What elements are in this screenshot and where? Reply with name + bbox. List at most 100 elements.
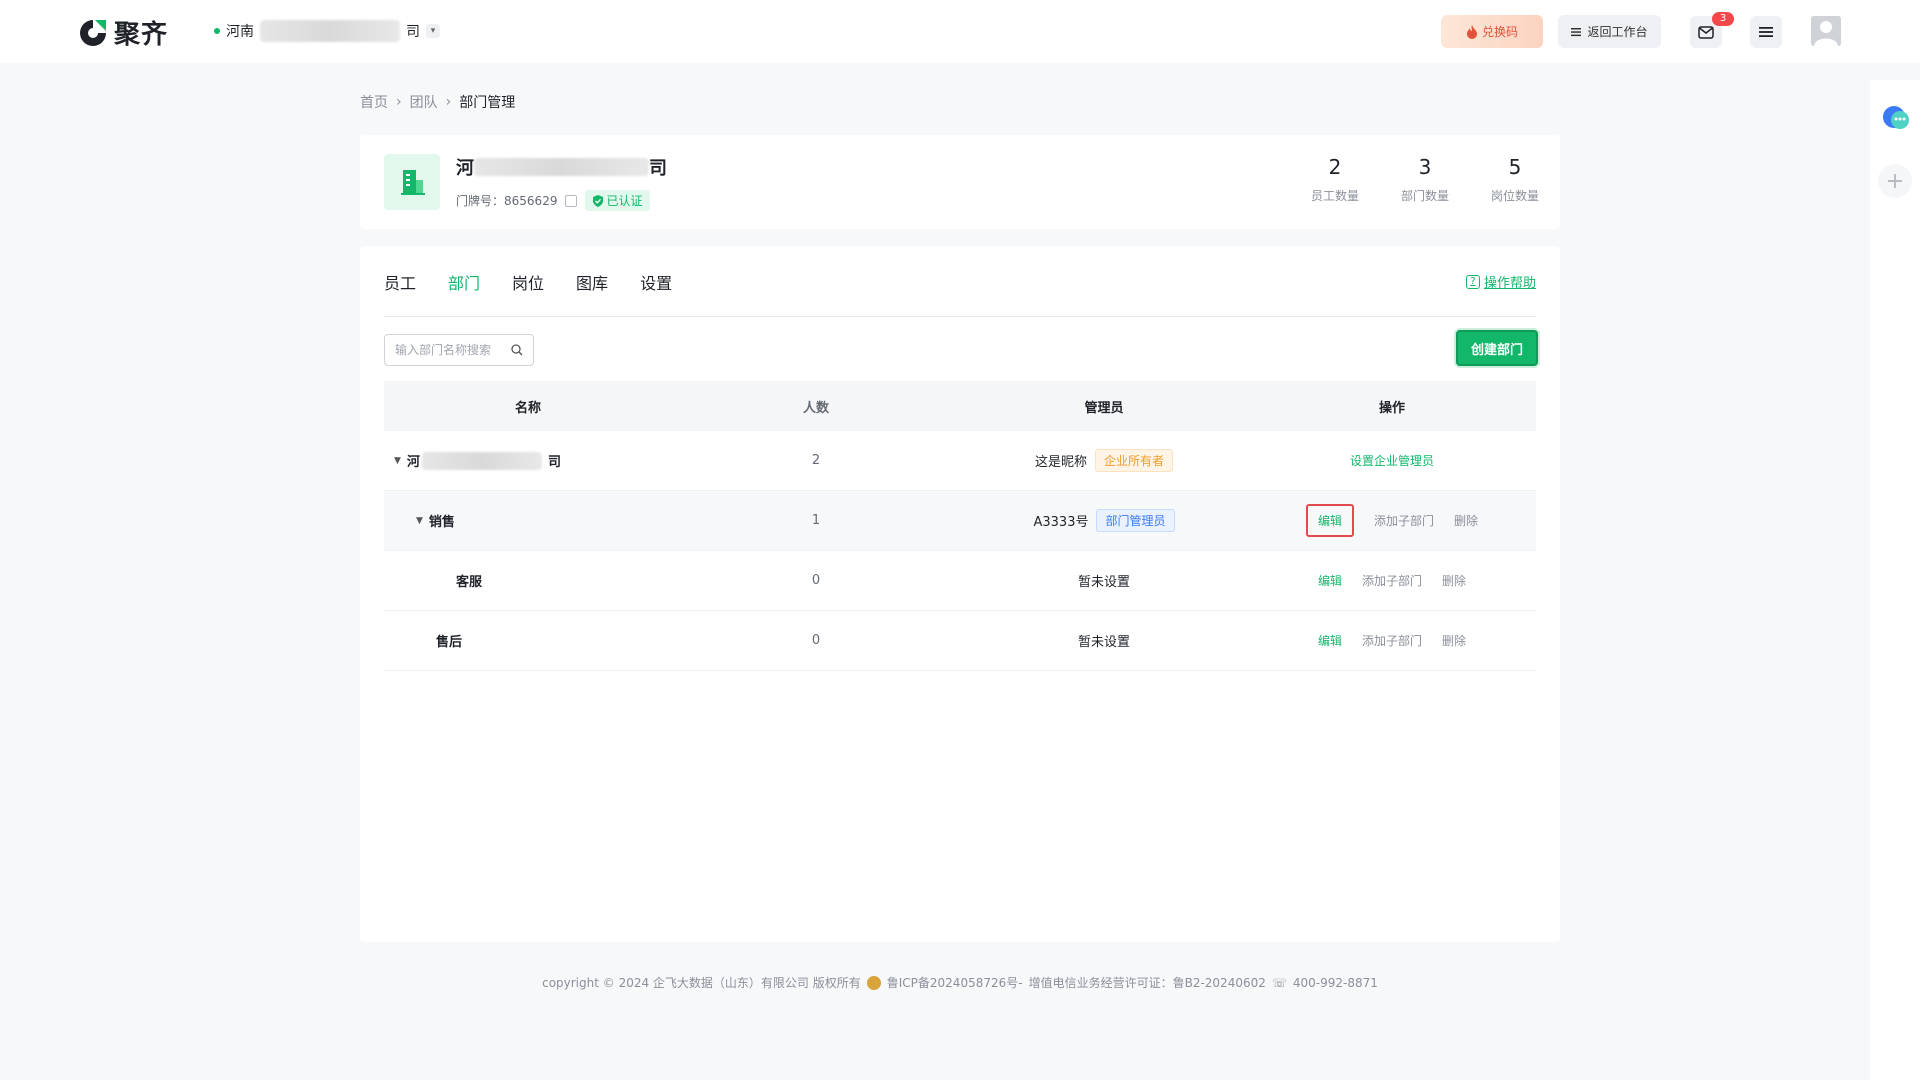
- header-name: 名称: [514, 400, 541, 416]
- hamburger-icon: [1759, 27, 1773, 37]
- chevron-right-icon: ›: [445, 94, 452, 110]
- phone-text: 400-992-8871: [1292, 975, 1378, 990]
- company-card: 河 司 门牌号：8656629 已认证 2 员工数量 3 部门数量 5 岗位数量: [360, 135, 1560, 229]
- search-icon[interactable]: [511, 344, 523, 356]
- edit-button[interactable]: 编辑: [1318, 632, 1342, 649]
- breadcrumb-current: 部门管理: [459, 95, 516, 111]
- menu-button[interactable]: [1750, 16, 1782, 48]
- row-admin: 暂未设置: [1077, 575, 1130, 590]
- redacted-block: [474, 158, 649, 176]
- owner-tag: 企业所有者: [1095, 449, 1174, 472]
- tab-settings[interactable]: 设置: [640, 270, 672, 294]
- header-ops: 操作: [1378, 400, 1405, 416]
- edit-button[interactable]: 编辑: [1318, 572, 1342, 589]
- add-subdepartment-button[interactable]: 添加子部门: [1362, 632, 1422, 649]
- delete-button[interactable]: 删除: [1442, 632, 1466, 649]
- row-name: 客服: [456, 575, 483, 590]
- row-admin: 这是昵称 企业所有者: [960, 449, 1248, 472]
- police-badge-icon: [866, 975, 881, 990]
- chat-icon[interactable]: [1882, 104, 1910, 132]
- building-icon: [384, 154, 440, 210]
- create-department-button[interactable]: 创建部门: [1456, 330, 1538, 366]
- footer: copyright © 2024 企飞大数据（山东）有限公司 版权所有 鲁ICP…: [0, 974, 1920, 991]
- copyright-text: copyright © 2024 企飞大数据（山东）有限公司 版权所有: [542, 976, 861, 990]
- department-panel: 员工 部门 岗位 图库 设置 ? 操作帮助 创建部门 名称 人数 管理员 操作 …: [360, 246, 1560, 942]
- row-ops: 编辑 添加子部门 删除: [1248, 632, 1536, 649]
- row-count: 0: [811, 573, 821, 588]
- company-title-suffix: 司: [649, 158, 667, 179]
- row-ops: 编辑 添加子部门 删除: [1248, 504, 1536, 537]
- copy-icon[interactable]: [565, 194, 578, 207]
- dept-admin-tag: 部门管理员: [1096, 509, 1175, 532]
- license-text: 增值电信业务经营许可证：鲁B2-20240602: [1028, 976, 1266, 990]
- set-company-admin-link[interactable]: 设置企业管理员: [1350, 452, 1434, 469]
- icp-link[interactable]: 鲁ICP备2024058726号-: [887, 974, 1023, 991]
- delete-button[interactable]: 删除: [1454, 512, 1478, 529]
- breadcrumb-team[interactable]: 团队: [410, 92, 438, 112]
- row-count: 1: [811, 513, 821, 528]
- collapse-toggle-icon[interactable]: ▼: [416, 516, 423, 526]
- row-count: 0: [811, 633, 821, 648]
- stat-positions: 5 岗位数量: [1490, 155, 1539, 203]
- table-header: 名称 人数 管理员 操作: [384, 381, 1536, 431]
- logo-icon: [80, 19, 106, 46]
- fire-icon: [1466, 24, 1477, 39]
- search-input[interactable]: [395, 343, 505, 357]
- add-subdepartment-button[interactable]: 添加子部门: [1362, 572, 1422, 589]
- redeem-label: 兑换码: [1481, 25, 1518, 39]
- collapse-toggle-icon[interactable]: ▼: [394, 456, 401, 466]
- avatar[interactable]: [1811, 16, 1841, 46]
- help-link[interactable]: ? 操作帮助: [1465, 272, 1536, 291]
- department-table: 名称 人数 管理员 操作 ▼ 河 司 2 这是昵称 企业所有者 设置企业管理员: [384, 381, 1536, 671]
- header-count: 人数: [802, 400, 829, 416]
- add-subdepartment-button[interactable]: 添加子部门: [1374, 512, 1434, 529]
- row-name: ▼ 河 司: [384, 451, 672, 470]
- app-name: 聚齐: [114, 20, 169, 50]
- phone-icon: ☏: [1271, 975, 1287, 990]
- stat-departments: 3 部门数量: [1400, 155, 1449, 203]
- user-icon: [1811, 16, 1841, 46]
- company-stats: 2 员工数量 3 部门数量 5 岗位数量: [1290, 155, 1560, 204]
- tab-gallery[interactable]: 图库: [576, 270, 608, 294]
- notification-badge: 3: [1712, 12, 1734, 26]
- company-title-prefix: 河: [456, 158, 474, 179]
- table-row: 客服 0 暂未设置 编辑 添加子部门 删除: [384, 551, 1536, 611]
- list-icon: [1571, 27, 1582, 36]
- app-logo[interactable]: 聚齐: [78, 14, 168, 51]
- row-name: ▼ 销售: [416, 515, 455, 530]
- search-box: [384, 334, 534, 366]
- table-row: ▼ 销售 1 A3333号 部门管理员 编辑 添加子部门 删除: [384, 491, 1536, 551]
- add-icon[interactable]: +: [1878, 164, 1912, 198]
- tab-positions[interactable]: 岗位: [512, 270, 544, 294]
- row-count: 2: [811, 453, 821, 468]
- company-switcher[interactable]: 河南 司 ▾: [214, 20, 440, 42]
- row-admin: A3333号 部门管理员: [960, 509, 1248, 532]
- redacted-block: [260, 20, 400, 42]
- company-name-suffix: 司: [406, 24, 420, 40]
- chevron-down-icon[interactable]: ▾: [426, 24, 440, 38]
- verified-badge: 已认证: [585, 190, 651, 211]
- tab-bar: 员工 部门 岗位 图库 设置: [384, 270, 672, 294]
- edit-button[interactable]: 编辑: [1305, 504, 1354, 537]
- back-label: 返回工作台: [1587, 25, 1648, 39]
- status-dot: [214, 28, 220, 34]
- mail-icon: [1698, 25, 1714, 39]
- back-to-workbench-button[interactable]: 返回工作台: [1558, 15, 1661, 48]
- breadcrumb-home[interactable]: 首页: [360, 92, 388, 112]
- right-sidebar: +: [1870, 80, 1920, 1080]
- company-meta: 门牌号：8656629 已认证: [456, 190, 651, 211]
- top-bar: 聚齐 河南 司 ▾ 兑换码 返回工作台 3: [0, 0, 1920, 63]
- table-row: 售后 0 暂未设置 编辑 添加子部门 删除: [384, 611, 1536, 671]
- shield-check-icon: [593, 194, 604, 207]
- doorplate-label: 门牌号：8656629: [456, 194, 558, 208]
- tab-departments[interactable]: 部门: [448, 270, 480, 294]
- stat-employees: 2 员工数量: [1310, 155, 1359, 203]
- tab-employees[interactable]: 员工: [384, 270, 416, 294]
- row-ops: 设置企业管理员: [1248, 452, 1536, 469]
- header-admin: 管理员: [1084, 400, 1124, 416]
- row-ops: 编辑 添加子部门 删除: [1248, 572, 1536, 589]
- help-icon: ?: [1465, 274, 1480, 289]
- breadcrumb: 首页 › 团队 › 部门管理: [360, 92, 515, 112]
- redeem-code-button[interactable]: 兑换码: [1441, 15, 1543, 48]
- delete-button[interactable]: 删除: [1442, 572, 1466, 589]
